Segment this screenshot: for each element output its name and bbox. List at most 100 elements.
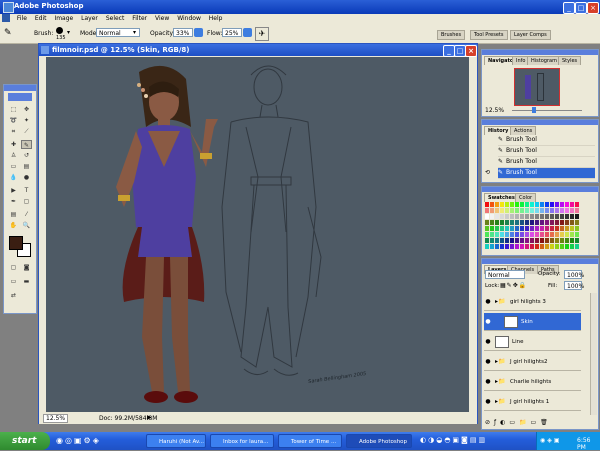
- color-swatch[interactable]: [545, 232, 549, 237]
- color-swatch[interactable]: [530, 238, 534, 243]
- healing-brush-tool-icon[interactable]: ✚: [8, 140, 19, 149]
- minimize-button[interactable]: _: [563, 2, 575, 14]
- adobe-online-icon[interactable]: [8, 93, 32, 101]
- color-swatch[interactable]: [520, 244, 524, 249]
- color-swatch[interactable]: [510, 202, 514, 207]
- color-swatch[interactable]: [520, 208, 524, 213]
- layer-thumbnail[interactable]: [495, 335, 509, 348]
- color-swatch[interactable]: [520, 232, 524, 237]
- color-swatch[interactable]: [575, 202, 579, 207]
- color-swatch[interactable]: [505, 202, 509, 207]
- layer-row[interactable]: ● Skin: [484, 313, 581, 331]
- color-swatch[interactable]: [555, 238, 559, 243]
- artwork-canvas[interactable]: Sarah Bellingham 2005: [46, 57, 469, 412]
- color-swatch[interactable]: [555, 202, 559, 207]
- color-swatch[interactable]: [525, 226, 529, 231]
- navigator-panel-header[interactable]: [482, 50, 598, 55]
- visibility-eye-icon[interactable]: ●: [484, 293, 492, 310]
- hand-tool-icon[interactable]: ✋: [8, 221, 19, 230]
- menu-window[interactable]: Window: [177, 15, 201, 22]
- color-swatch[interactable]: [495, 244, 499, 249]
- color-swatch[interactable]: [575, 238, 579, 243]
- color-swatch[interactable]: [555, 214, 559, 219]
- color-swatch[interactable]: [570, 220, 574, 225]
- color-swatch[interactable]: [515, 238, 519, 243]
- well-tab-brushes[interactable]: Brushes: [437, 30, 466, 40]
- visibility-eye-icon[interactable]: ●: [484, 373, 492, 390]
- color-swatch[interactable]: [570, 238, 574, 243]
- tray-app-icons[interactable]: ◐◑◒◓▣◙▤▥: [420, 436, 487, 444]
- color-swatch[interactable]: [545, 220, 549, 225]
- color-swatch[interactable]: [535, 220, 539, 225]
- color-swatch[interactable]: [555, 226, 559, 231]
- color-swatch[interactable]: [535, 238, 539, 243]
- tab-styles[interactable]: Styles: [558, 56, 582, 65]
- color-swatch[interactable]: [530, 232, 534, 237]
- color-swatch[interactable]: [490, 220, 494, 225]
- brush-preview-icon[interactable]: [56, 27, 63, 34]
- color-swatch[interactable]: [525, 208, 529, 213]
- color-swatch[interactable]: [515, 226, 519, 231]
- brush-tool-icon[interactable]: ✎: [21, 140, 32, 149]
- color-swatch[interactable]: [550, 244, 554, 249]
- color-swatch[interactable]: [530, 244, 534, 249]
- navigator-zoom-thumb[interactable]: [532, 107, 536, 113]
- color-swatch[interactable]: [565, 208, 569, 213]
- color-swatch[interactable]: [565, 232, 569, 237]
- color-swatch[interactable]: [535, 244, 539, 249]
- color-swatch[interactable]: [505, 220, 509, 225]
- task-adobe-photoshop[interactable]: Adobe Photoshop: [346, 434, 412, 448]
- color-swatch[interactable]: [565, 220, 569, 225]
- color-swatch[interactable]: [545, 238, 549, 243]
- color-swatch[interactable]: [550, 220, 554, 225]
- color-swatch[interactable]: [565, 238, 569, 243]
- document-control-icon[interactable]: [2, 14, 10, 22]
- color-swatch[interactable]: [485, 208, 489, 213]
- layer-group-row[interactable]: ● ▸📁 Charlie hilights: [484, 373, 581, 391]
- color-swatch[interactable]: [485, 226, 489, 231]
- brush-tool-preset-icon[interactable]: ✎: [4, 28, 16, 38]
- airbrush-icon[interactable]: ✈: [255, 27, 269, 41]
- task-tower-of-time[interactable]: Tower of Time ...: [278, 434, 342, 448]
- color-swatch[interactable]: [520, 214, 524, 219]
- color-swatch[interactable]: [540, 208, 544, 213]
- color-swatch[interactable]: [500, 232, 504, 237]
- navigator-zoom-slider[interactable]: [512, 110, 582, 111]
- color-swatch[interactable]: [495, 238, 499, 243]
- color-swatch[interactable]: [525, 238, 529, 243]
- color-swatch[interactable]: [490, 244, 494, 249]
- task-haruhi[interactable]: Haruhi (Not Av...: [146, 434, 206, 448]
- maximize-button[interactable]: □: [575, 2, 587, 14]
- folder-icon[interactable]: ▸📁: [495, 397, 507, 407]
- color-swatch[interactable]: [490, 214, 494, 219]
- notes-tool-icon[interactable]: ▤: [8, 210, 19, 219]
- opacity-input[interactable]: 33%: [173, 28, 193, 37]
- layers-panel-header[interactable]: [482, 259, 598, 264]
- well-tab-tool-presets[interactable]: Tool Presets: [470, 30, 508, 40]
- color-swatch[interactable]: [510, 214, 514, 219]
- flow-input[interactable]: 25%: [222, 28, 242, 37]
- color-swatch[interactable]: [555, 220, 559, 225]
- doc-close-button[interactable]: ×: [465, 45, 477, 57]
- layer-thumbnail[interactable]: [504, 315, 518, 328]
- color-swatch[interactable]: [535, 226, 539, 231]
- color-swatch[interactable]: [520, 226, 524, 231]
- color-swatch[interactable]: [575, 214, 579, 219]
- color-swatch[interactable]: [570, 208, 574, 213]
- color-swatch[interactable]: [560, 232, 564, 237]
- color-swatch[interactable]: [525, 214, 529, 219]
- color-swatch[interactable]: [510, 232, 514, 237]
- layer-row[interactable]: ● Line: [484, 333, 581, 351]
- menu-view[interactable]: View: [155, 15, 169, 22]
- color-swatch[interactable]: [510, 238, 514, 243]
- color-swatch[interactable]: [560, 202, 564, 207]
- color-swatch[interactable]: [555, 208, 559, 213]
- menu-image[interactable]: Image: [54, 15, 73, 22]
- menu-layer[interactable]: Layer: [81, 15, 98, 22]
- history-item[interactable]: ✎ Brush Tool: [498, 135, 595, 146]
- brush-dropdown-icon[interactable]: ▾: [67, 29, 70, 36]
- color-swatch[interactable]: [545, 244, 549, 249]
- status-arrow-icon[interactable]: ▶: [147, 414, 152, 421]
- color-swatch[interactable]: [570, 202, 574, 207]
- color-swatch[interactable]: [565, 226, 569, 231]
